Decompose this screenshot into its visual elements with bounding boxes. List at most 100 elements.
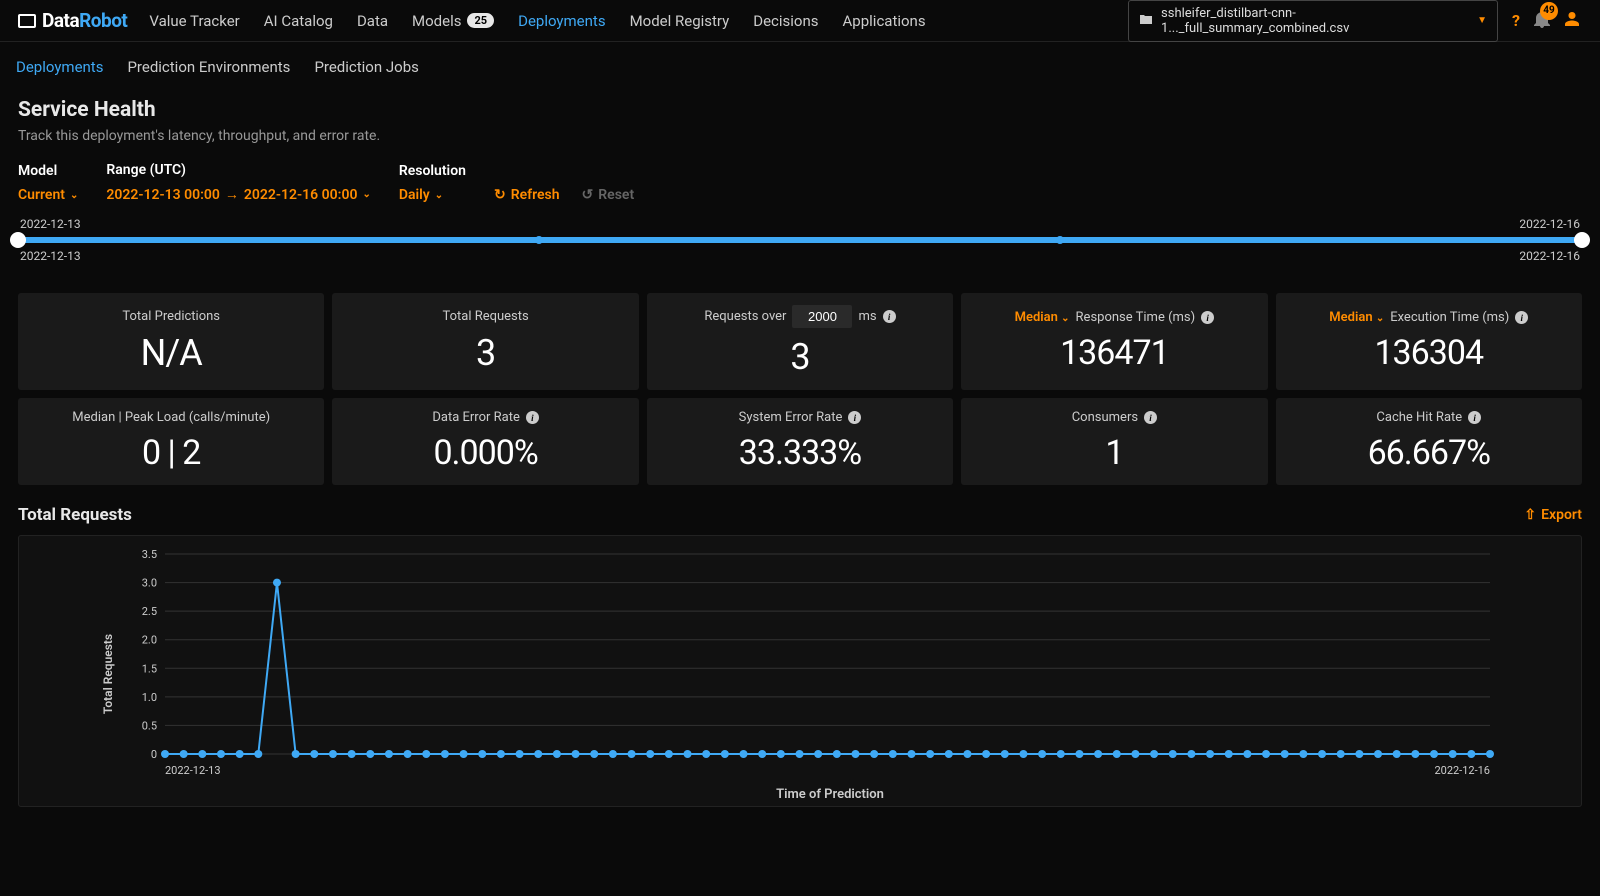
project-name: sshleifer_distilbart-cnn-1..._full_summa…	[1161, 6, 1469, 36]
info-icon[interactable]: i	[1515, 311, 1528, 324]
card-cache-hit-rate: Cache Hit Ratei 66.667%	[1276, 398, 1582, 485]
subnav-prediction-jobs[interactable]: Prediction Jobs	[304, 54, 428, 80]
info-icon[interactable]: i	[1468, 411, 1481, 424]
svg-text:0: 0	[151, 748, 157, 761]
filter-model-value[interactable]: Current ⌄	[18, 187, 78, 203]
metrics-row-1: Total Predictions N/A Total Requests 3 R…	[18, 293, 1582, 390]
logo-text-data: Data	[42, 9, 79, 32]
median-dropdown[interactable]: Median ⌄	[1329, 310, 1384, 325]
notif-count-badge: 49	[1540, 2, 1558, 20]
info-icon[interactable]: i	[883, 310, 896, 323]
logo-icon	[18, 14, 36, 28]
metrics-row-2: Median | Peak Load (calls/minute) 0 | 2 …	[18, 398, 1582, 485]
slider-top-right-label: 2022-12-16	[1519, 217, 1580, 231]
svg-text:3.5: 3.5	[142, 548, 157, 561]
nav-applications[interactable]: Applications	[831, 2, 938, 40]
requests-chart: Total Requests 0 0.5 1.0 1.5 2.0 2.5 3.0 3.5 20…	[27, 544, 1573, 804]
nav-data[interactable]: Data	[345, 2, 400, 40]
reset-button[interactable]: ↺ Reset	[582, 187, 635, 203]
help-icon[interactable]: ?	[1512, 11, 1520, 30]
reset-icon: ↺	[582, 187, 594, 203]
chevron-down-icon: ⌄	[70, 190, 78, 201]
filter-actions: ↻ Refresh ↺ Reset	[494, 163, 634, 203]
subnav-deployments[interactable]: Deployments	[6, 54, 113, 80]
refresh-button[interactable]: ↻ Refresh	[494, 187, 560, 203]
subnav-prediction-environments[interactable]: Prediction Environments	[117, 54, 300, 80]
folder-icon	[1139, 13, 1153, 29]
nav-value-tracker[interactable]: Value Tracker	[137, 2, 251, 40]
nav-models[interactable]: Models25	[400, 2, 506, 40]
upload-icon: ⇧	[1524, 507, 1536, 523]
main-nav: Value Tracker AI Catalog Data Models25 D…	[137, 2, 937, 40]
topbar-right: sshleifer_distilbart-cnn-1..._full_summa…	[1128, 0, 1592, 42]
chevron-down-icon: ⌄	[1061, 313, 1069, 324]
requests-over-threshold-input[interactable]	[792, 305, 852, 328]
refresh-icon: ↻	[494, 187, 506, 203]
filter-model: Model Current ⌄	[18, 163, 78, 203]
chevron-down-icon: ⌄	[1376, 313, 1384, 324]
page-title: Service Health	[18, 98, 1582, 122]
info-icon[interactable]: i	[1144, 411, 1157, 424]
slider-bot-left-label: 2022-12-13	[20, 249, 81, 263]
filter-model-label: Model	[18, 163, 78, 179]
chart-container: Total Requests 0 0.5 1.0 1.5 2.0 2.5 3.0 3.5 20…	[18, 535, 1582, 807]
filter-range-label: Range (UTC)	[106, 162, 370, 178]
time-slider[interactable]: 2022-12-13 2022-12-16 2022-12-13 2022-12…	[18, 217, 1582, 263]
chevron-down-icon: ▼	[1477, 15, 1487, 26]
notifications-icon[interactable]: 49	[1534, 10, 1550, 32]
card-total-requests: Total Requests 3	[332, 293, 638, 390]
export-button[interactable]: ⇧ Export	[1524, 507, 1582, 523]
slider-top-left-label: 2022-12-13	[20, 217, 81, 231]
svg-text:0.5: 0.5	[142, 719, 157, 732]
card-total-predictions: Total Predictions N/A	[18, 293, 324, 390]
slider-handle-end[interactable]	[1574, 232, 1590, 248]
slider-handle-start[interactable]	[10, 232, 26, 248]
svg-text:2022-12-16: 2022-12-16	[1434, 764, 1490, 777]
nav-ai-catalog[interactable]: AI Catalog	[252, 2, 345, 40]
svg-text:3.0: 3.0	[142, 577, 157, 590]
subnav: Deployments Prediction Environments Pred…	[0, 42, 1600, 92]
models-count-badge: 25	[467, 13, 494, 28]
info-icon[interactable]: i	[526, 411, 539, 424]
svg-text:1.0: 1.0	[142, 691, 157, 704]
card-requests-over: Requests over ms i 3	[647, 293, 953, 390]
filters-bar: Model Current ⌄ Range (UTC) 2022-12-13 0…	[18, 162, 1582, 203]
svg-text:1.5: 1.5	[142, 662, 157, 675]
svg-text:Total Requests: Total Requests	[101, 634, 115, 714]
arrow-right-icon: →	[225, 186, 239, 203]
filter-resolution-value[interactable]: Daily ⌄	[399, 187, 466, 203]
card-response-time: Median ⌄ Response Time (ms) i 136471	[961, 293, 1267, 390]
card-consumers: Consumersi 1	[961, 398, 1267, 485]
chevron-down-icon: ⌄	[362, 189, 370, 200]
svg-text:Time of Prediction: Time of Prediction	[776, 787, 884, 802]
nav-decisions[interactable]: Decisions	[741, 2, 830, 40]
svg-text:2.0: 2.0	[142, 634, 157, 647]
filter-range: Range (UTC) 2022-12-13 00:00 → 2022-12-1…	[106, 162, 370, 203]
chart-section: Total Requests ⇧ Export Total Requests 0…	[18, 505, 1582, 807]
card-peak-load: Median | Peak Load (calls/minute) 0 | 2	[18, 398, 324, 485]
content: Service Health Track this deployment's l…	[0, 92, 1600, 813]
project-selector[interactable]: sshleifer_distilbart-cnn-1..._full_summa…	[1128, 0, 1498, 42]
user-icon[interactable]	[1564, 11, 1580, 31]
info-icon[interactable]: i	[848, 411, 861, 424]
logo-text-robot: Robot	[79, 9, 127, 32]
chart-title: Total Requests	[18, 505, 132, 525]
filter-resolution-label: Resolution	[399, 163, 466, 179]
slider-bot-right-label: 2022-12-16	[1519, 249, 1580, 263]
card-data-error-rate: Data Error Ratei 0.000%	[332, 398, 638, 485]
svg-text:2022-12-13: 2022-12-13	[165, 764, 221, 777]
median-dropdown[interactable]: Median ⌄	[1015, 310, 1070, 325]
slider-tick	[535, 236, 543, 244]
info-icon[interactable]: i	[1201, 311, 1214, 324]
svg-text:2.5: 2.5	[142, 605, 157, 618]
slider-tick	[1056, 236, 1064, 244]
slider-track[interactable]	[18, 237, 1582, 243]
logo[interactable]: DataRobot	[8, 9, 137, 32]
filter-range-value[interactable]: 2022-12-13 00:00 → 2022-12-16 00:00 ⌄	[106, 186, 370, 203]
card-execution-time: Median ⌄ Execution Time (ms) i 136304	[1276, 293, 1582, 390]
nav-deployments[interactable]: Deployments	[506, 2, 617, 40]
card-system-error-rate: System Error Ratei 33.333%	[647, 398, 953, 485]
page-subtitle: Track this deployment's latency, through…	[18, 128, 1582, 144]
chevron-down-icon: ⌄	[435, 190, 443, 201]
nav-model-registry[interactable]: Model Registry	[618, 2, 742, 40]
